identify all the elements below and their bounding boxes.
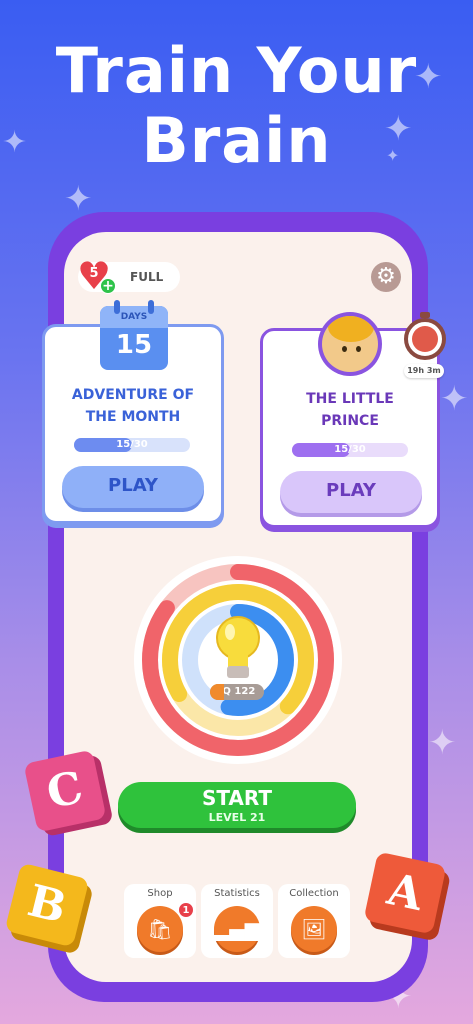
start-button[interactable]: START LEVEL 21 — [118, 782, 356, 828]
sparkle-star-icon: ✦ — [440, 379, 469, 419]
calendar-icon: DAYS 15 — [100, 300, 168, 370]
headline-line-1: Train Your — [55, 34, 418, 107]
stopwatch-face — [412, 326, 438, 352]
adventure-title-line-1: ADVENTURE OF — [71, 387, 195, 403]
little-prince-title-line-2: PRINCE — [321, 413, 379, 429]
lives-count: 5 — [89, 266, 99, 281]
shop-notification-badge: 1 — [178, 902, 194, 918]
adventure-progress-bar: 15/30 — [74, 438, 190, 452]
photos-icon: 🖼 — [291, 906, 337, 952]
lightbulb-icon — [216, 616, 260, 678]
little-prince-title-line-1: THE LITTLE — [306, 391, 394, 407]
iq-chip — [210, 684, 224, 700]
avatar-eye — [342, 346, 347, 352]
headline-line-2: Brain — [141, 104, 332, 177]
bar-chart-icon: ▂▄▆ — [214, 906, 260, 952]
adventure-title: ADVENTURE OF THE MONTH — [42, 384, 224, 428]
little-prince-title: THE LITTLE PRINCE — [260, 388, 440, 432]
iq-badge: IQ 122 — [210, 684, 264, 700]
adventure-title-line-2: THE MONTH — [85, 409, 181, 425]
menu-shop-label: Shop — [147, 888, 173, 899]
time-remaining: 19h 3m — [404, 364, 444, 378]
avatar-hair — [328, 316, 374, 342]
little-prince-progress-bar: 15/30 — [292, 443, 408, 457]
letter-block-a: A — [363, 851, 447, 935]
letter-block-c: C — [23, 749, 107, 833]
start-level: LEVEL 21 — [208, 811, 266, 824]
menu-collection[interactable]: Collection 🖼 — [278, 884, 350, 958]
adventure-play-button[interactable]: PLAY — [62, 466, 204, 508]
start-label: START — [201, 786, 273, 810]
menu-statistics-label: Statistics — [214, 888, 260, 899]
iq-value: IQ 122 — [218, 686, 256, 697]
menu-statistics[interactable]: Statistics ▂▄▆ — [201, 884, 273, 958]
adventure-progress-text: 15/30 — [116, 439, 148, 450]
menu-collection-label: Collection — [289, 888, 339, 899]
sparkle-star-icon: ✦ — [64, 179, 93, 219]
little-prince-progress-text: 15/30 — [334, 444, 366, 455]
lives-status: FULL — [130, 270, 164, 284]
headline: Train Your Brain — [0, 36, 473, 176]
shop-bag-icon: 🛍 — [137, 906, 183, 952]
menu-shop[interactable]: Shop 🛍 1 — [124, 884, 196, 958]
little-prince-avatar — [318, 312, 382, 376]
calendar-days-label: DAYS — [120, 312, 148, 322]
avatar-face — [322, 316, 378, 372]
avatar-eye — [356, 346, 361, 352]
sparkle-star-icon: ✦ — [428, 723, 457, 763]
settings-gear-icon[interactable]: ⚙ — [371, 262, 401, 292]
stopwatch-icon — [404, 318, 446, 360]
little-prince-play-button[interactable]: PLAY — [280, 471, 422, 513]
add-lives-icon[interactable]: + — [100, 278, 116, 294]
calendar-days-number: 15 — [115, 330, 153, 360]
